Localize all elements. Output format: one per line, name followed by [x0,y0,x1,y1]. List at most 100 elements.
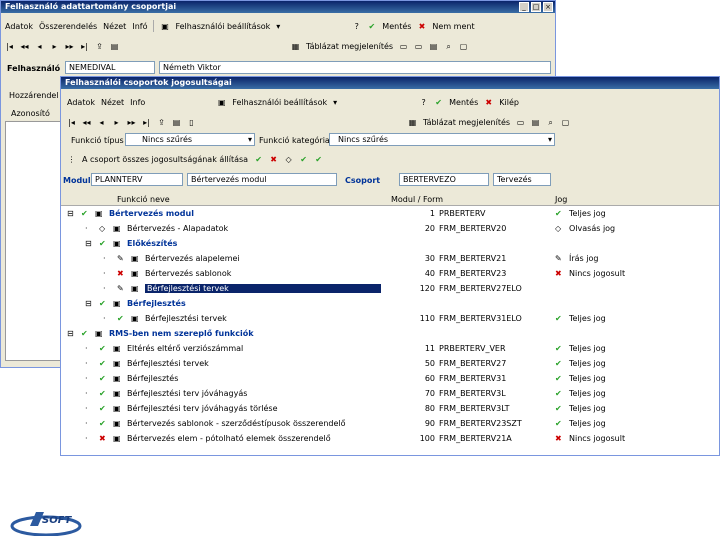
right-check-icon[interactable]: ✔ [555,314,562,323]
right-label[interactable]: Teljes jog [569,389,606,398]
table-row[interactable]: · ✔ ▣ Bértervezés sablonok - szerződéstípus… [61,417,719,432]
right-label[interactable]: Nincs jogosult [569,269,625,278]
minimize-icon[interactable]: _ [519,2,529,12]
expander-icon[interactable]: ⊟ [85,299,92,308]
table-row[interactable]: ⊟ ✔ ▣ RMS-ben nem szereplő funkciók [61,327,719,342]
help-icon[interactable]: ? [419,98,428,107]
expander-icon[interactable]: · [103,269,106,278]
help-icon[interactable]: ? [352,22,361,31]
check-icon[interactable]: ✔ [81,329,88,338]
right-check-icon[interactable]: ✔ [555,209,562,218]
grid-icon[interactable]: ▤ [172,118,181,127]
func-cat-select[interactable]: Nincs szűrés [329,133,555,146]
set-all-write-icon[interactable]: ✔ [299,155,308,164]
right-diamond-icon[interactable]: ◇ [555,224,561,233]
expander-icon[interactable]: · [103,254,106,263]
document-icon[interactable]: ▯ [187,118,196,127]
menu-adatok[interactable]: Adatok [67,98,95,107]
expander-icon[interactable]: · [85,434,88,443]
table-row[interactable]: · ✔ ▣ Bérfejlesztési tervek 50 FRM_BERTERV27 ✔… [61,357,719,372]
check-icon[interactable]: ✔ [117,314,124,323]
expander-icon[interactable]: · [85,359,88,368]
layout-icon[interactable]: ▭ [516,118,525,127]
menu-nezet[interactable]: Nézet [101,98,124,107]
last-icon[interactable]: ▸| [142,118,151,127]
cancel-button[interactable]: Nem ment [432,22,474,31]
maximize-icon[interactable]: □ [531,2,541,12]
exit-button[interactable]: Kilép [499,98,519,107]
right-check-icon[interactable]: ✔ [555,389,562,398]
right-label[interactable]: Teljes jog [569,404,606,413]
group-code-field[interactable]: BERTERVEZO [399,173,489,186]
save-button[interactable]: Mentés [382,22,411,31]
check-icon[interactable]: ✔ [99,359,106,368]
table-row[interactable]: · ✎ ▣ Bértervezés alapelemei 30 FRM_BERTERV21… [61,252,719,267]
expander-icon[interactable]: ⊟ [67,329,74,338]
right-check-icon[interactable]: ✔ [555,374,562,383]
table-row[interactable]: ⊟ ✔ ▣ Bértervezés modul 1 PRBERTERV ✔ Teljes jo… [61,207,719,222]
check-icon[interactable]: ✔ [99,419,106,428]
grid-icon[interactable]: ▤ [110,42,119,51]
layout-icon[interactable]: ▭ [399,42,408,51]
search-icon[interactable]: ⌕ [546,118,555,127]
menu-info[interactable]: Info [130,98,145,107]
expander-icon[interactable]: · [85,344,88,353]
col-name-header[interactable]: Funkció neve [117,195,170,204]
window-icon[interactable]: ▢ [459,42,468,51]
expander-icon[interactable]: · [85,404,88,413]
module-code-field[interactable]: PLANNTERV [91,173,183,186]
expander-icon[interactable]: · [85,389,88,398]
group-name-field[interactable]: Tervezés [493,173,551,186]
right-label[interactable]: Teljes jog [569,209,606,218]
prev-page-icon[interactable]: ◂◂ [82,118,91,127]
chevron-down-icon[interactable]: ▾ [333,98,337,107]
menu-nezet[interactable]: Nézet [103,22,126,31]
view-menu[interactable]: Táblázat megjelenítés [306,42,393,51]
folder-icon[interactable]: ▣ [217,98,226,107]
right-label[interactable]: Teljes jog [569,419,606,428]
export-icon[interactable]: ⇪ [157,118,166,127]
table-row[interactable]: · ✔ ▣ Bérfejlesztési terv jóváhagyás törlés… [61,402,719,417]
menu-osszerendeles[interactable]: Összerendelés [39,22,97,31]
expander-icon[interactable]: · [103,314,106,323]
first-icon[interactable]: |◂ [5,42,14,51]
table-icon[interactable]: ▦ [408,118,417,127]
table-row[interactable]: · ✔ ▣ Bérfejlesztési tervek 110 FRM_BERTERV31… [61,312,719,327]
table-row[interactable]: · ✔ ▣ Bérfejlesztés 60 FRM_BERTERV31 ✔ Teljes j… [61,372,719,387]
right-label[interactable]: Olvasás jog [569,224,615,233]
right-check-icon[interactable]: ✔ [555,404,562,413]
check-icon[interactable]: ✔ [99,389,106,398]
expander-icon[interactable]: ⊟ [67,209,74,218]
settings-menu[interactable]: Felhasználói beállítások [175,22,270,31]
right-check-icon[interactable]: ✔ [555,359,562,368]
expander-icon[interactable]: · [85,419,88,428]
right-label[interactable]: Nincs jogosult [569,434,625,443]
cross-icon[interactable]: ✖ [99,434,106,443]
check-icon[interactable]: ✔ [99,344,106,353]
cross-icon[interactable]: ✖ [417,22,426,31]
menu-adatok[interactable]: Adatok [5,22,33,31]
user-code-field[interactable]: NEMEDIVAL [65,61,155,74]
close-icon[interactable]: × [543,2,553,12]
menu-info[interactable]: Infó [132,22,147,31]
cross-icon[interactable]: ✖ [117,269,124,278]
set-all-read-icon[interactable]: ◇ [284,155,293,164]
save-button[interactable]: Mentés [449,98,478,107]
layout2-icon[interactable]: ▭ [414,42,423,51]
next-icon[interactable]: ▸ [50,42,59,51]
func-type-select[interactable]: Nincs szűrés [125,133,255,146]
right-cross-icon[interactable]: ✖ [555,434,562,443]
table-row[interactable]: · ✔ ▣ Eltérés eltérő verziószámmal 11 PRBERTE… [61,342,719,357]
table-row[interactable]: · ◇ ▣ Bértervezés - Alapadatok 20 FRM_BERTERV… [61,222,719,237]
next-icon[interactable]: ▸ [112,118,121,127]
next-page-icon[interactable]: ▸▸ [127,118,136,127]
expander-icon[interactable]: · [85,374,88,383]
last-icon[interactable]: ▸| [80,42,89,51]
window-icon[interactable]: ▢ [561,118,570,127]
check-icon[interactable]: ✔ [434,98,443,107]
right-label[interactable]: Teljes jog [569,344,606,353]
right-label[interactable]: Teljes jog [569,359,606,368]
check-icon[interactable]: ✔ [99,299,106,308]
right-label[interactable]: Teljes jog [569,314,606,323]
table-row[interactable]: · ✔ ▣ Bérfejlesztési terv jóváhagyás 70 FRM_B… [61,387,719,402]
